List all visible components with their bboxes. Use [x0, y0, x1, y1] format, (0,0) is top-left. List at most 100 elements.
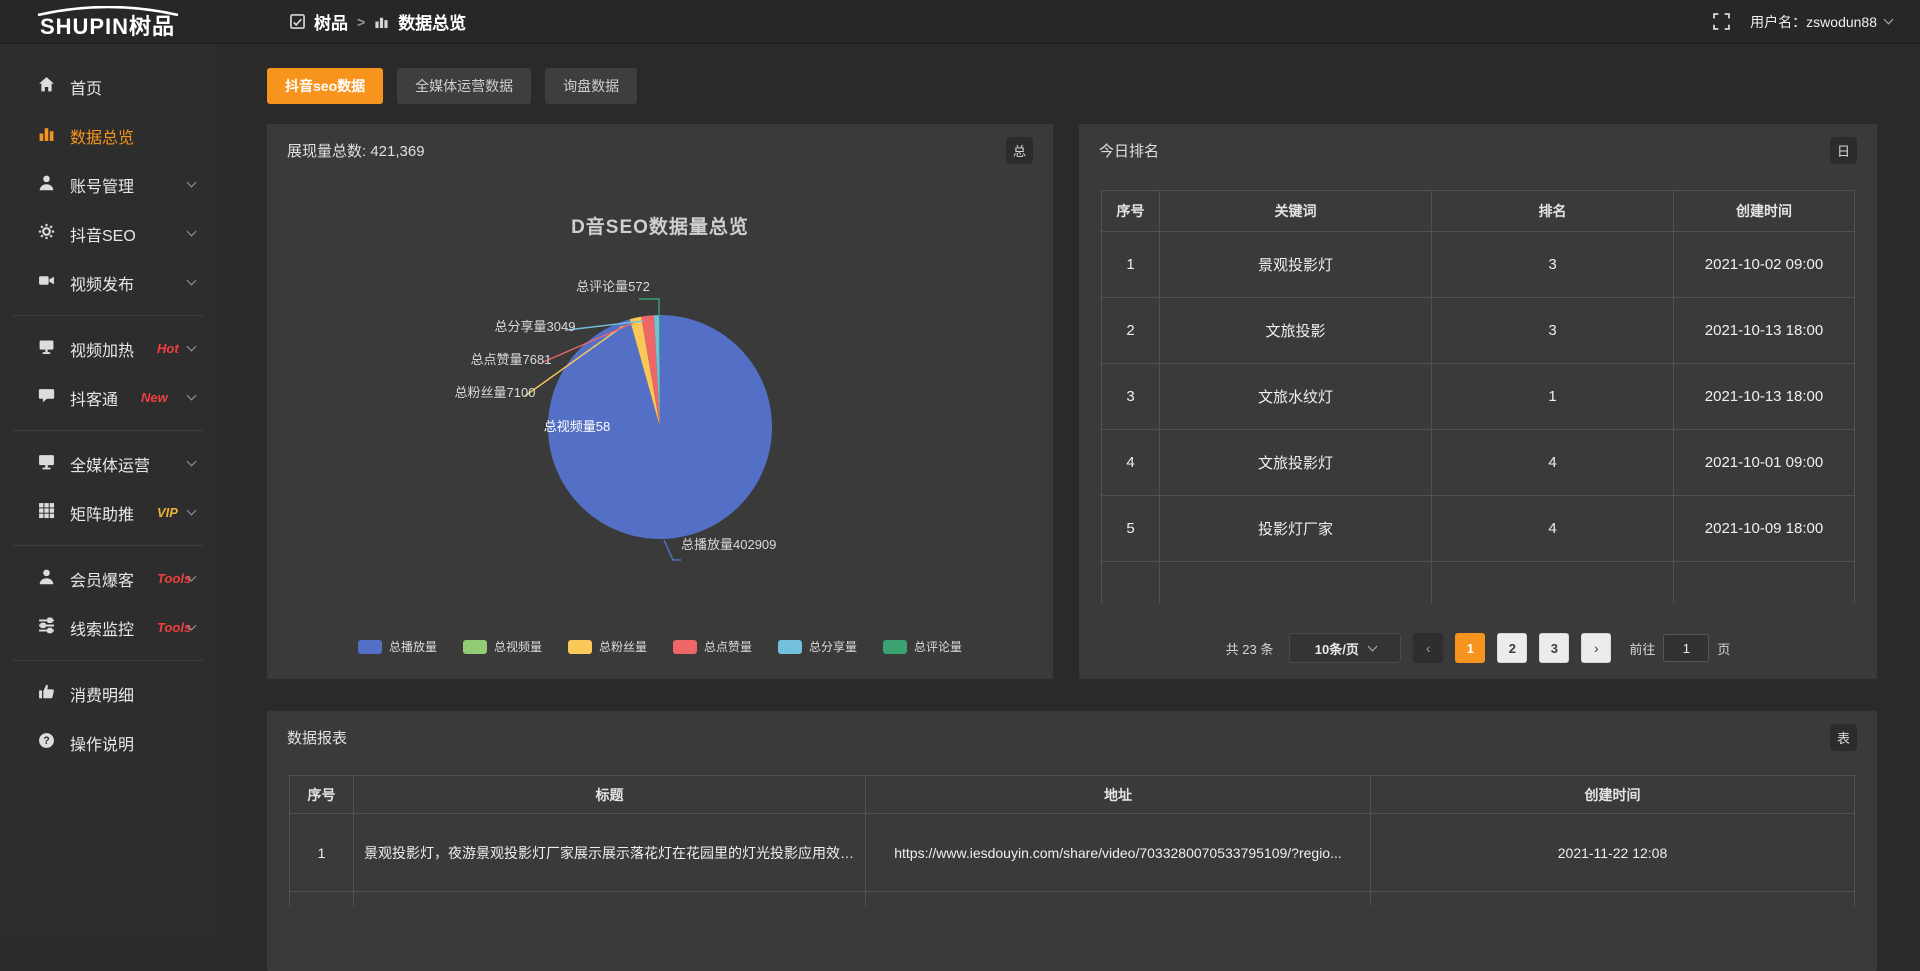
legend-item-总粉丝量[interactable]: 总粉丝量: [568, 638, 647, 655]
pie-label-总分享量: 总分享量3049: [489, 318, 581, 335]
prev-page-button[interactable]: ‹: [1413, 633, 1443, 663]
tab-3[interactable]: 询盘数据: [545, 68, 637, 104]
sidebar-item-member[interactable]: 会员爆客Tools: [0, 554, 215, 603]
help-icon: ?: [38, 732, 55, 754]
legend-item-总评论量[interactable]: 总评论量: [883, 638, 962, 655]
table-row: 5投影灯厂家42021-10-09 18:00: [1102, 496, 1855, 562]
username-label: 用户名：zswodun88: [1750, 12, 1877, 32]
table-row: 1景观投影灯，夜游景观投影灯厂家展示展示落花灯在花园里的灯光投影应用效果 #..…: [290, 814, 1855, 892]
column-header: 标题: [354, 776, 866, 814]
table-cell: 投影灯厂家: [1160, 496, 1432, 562]
sidebar-item-tag: Tools: [157, 571, 191, 586]
video-link[interactable]: https://www.iesdouyin.com/share/video/70…: [866, 814, 1371, 892]
legend-swatch: [778, 640, 802, 654]
next-page-button[interactable]: ›: [1581, 633, 1611, 663]
goto-label: 前往: [1629, 639, 1655, 658]
user-menu[interactable]: 用户名：zswodun88: [1750, 12, 1892, 32]
column-header: 地址: [866, 776, 1371, 814]
chevron-down-icon: [1884, 15, 1894, 25]
chevron-down-icon: [187, 342, 197, 352]
table-cell: 文旅投影: [1160, 298, 1432, 364]
table-cell: 4: [1102, 430, 1160, 496]
table-badge-button[interactable]: 表: [1830, 724, 1857, 751]
divider: [12, 315, 203, 316]
pie-label-line: [664, 540, 681, 560]
main-content: 抖音seo数据全媒体运营数据询盘数据 展现量总数: 421,369 总 D音SE…: [215, 44, 1920, 936]
table-cell: 文旅投影灯: [1160, 430, 1432, 496]
breadcrumb-separator: >: [357, 14, 365, 30]
table-cell: 1: [1102, 232, 1160, 298]
sidebar-item-tag: VIP: [157, 505, 178, 520]
chart-icon: [38, 125, 55, 147]
sidebar-item-user[interactable]: 账号管理: [0, 160, 215, 209]
sidebar-item-help[interactable]: ? 操作说明: [0, 718, 215, 767]
page-size-select[interactable]: 10条/页: [1289, 633, 1401, 663]
sidebar-item-monitor[interactable]: 全媒体运营: [0, 439, 215, 488]
table-cell: 文旅水纹灯: [1160, 364, 1432, 430]
tab-bar: 抖音seo数据全媒体运营数据询盘数据: [267, 68, 1877, 104]
sidebar-item-label: 账号管理: [70, 173, 134, 197]
column-header: 序号: [290, 776, 354, 814]
logo: SHUPIN树品: [0, 6, 215, 38]
pie-label-总视频量: 总视频量58: [529, 418, 625, 435]
pie-label-总粉丝量: 总粉丝量7100: [449, 384, 541, 401]
goto-page-input[interactable]: [1663, 634, 1709, 662]
ranking-panel: 今日排名 日 序号关键词排名创建时间1景观投影灯32021-10-02 09:0…: [1079, 124, 1877, 679]
sidebar-item-gear[interactable]: 抖音SEO: [0, 209, 215, 258]
table-cell: 1: [290, 814, 354, 892]
legend-item-总播放量[interactable]: 总播放量: [358, 638, 437, 655]
page-unit-label: 页: [1717, 639, 1730, 658]
sidebar-item-chart[interactable]: 数据总览: [0, 111, 215, 160]
legend-item-总分享量[interactable]: 总分享量: [778, 638, 857, 655]
legend-swatch: [358, 640, 382, 654]
fullscreen-icon[interactable]: [1713, 13, 1730, 30]
breadcrumb-current[interactable]: 数据总览: [398, 9, 466, 34]
table-cell: 2021-10-13 18:00: [1674, 298, 1855, 364]
table-cell: 2021-10-02 09:00: [1674, 232, 1855, 298]
logo-text: SHUPIN树品: [40, 16, 175, 38]
legend-item-总点赞量[interactable]: 总点赞量: [673, 638, 752, 655]
chevron-down-icon: [187, 227, 197, 237]
legend-item-总视频量[interactable]: 总视频量: [463, 638, 542, 655]
sidebar-item-label: 抖客通: [70, 386, 118, 410]
overview-panel: 展现量总数: 421,369 总 D音SEO数据量总览 总播放量总视频量总粉丝量…: [267, 124, 1053, 679]
tab-1[interactable]: 抖音seo数据: [267, 68, 383, 104]
table-cell: 5: [1102, 496, 1160, 562]
member-icon: [38, 568, 55, 590]
sidebar-item-chat[interactable]: 抖客通 New: [0, 373, 215, 422]
sidebar-item-home[interactable]: 首页: [0, 62, 215, 111]
table-cell: 2021-11-22 12:08: [1371, 814, 1855, 892]
pie-chart: D音SEO数据量总览 总播放量总视频量总粉丝量总点赞量总分享量总评论量 总播放量…: [267, 172, 1053, 679]
tab-2[interactable]: 全媒体运营数据: [397, 68, 531, 104]
table-cell: 3: [1432, 232, 1674, 298]
chevron-down-icon: [1367, 641, 1377, 651]
sidebar-item-thumb[interactable]: 消费明细: [0, 669, 215, 718]
sidebar-item-sliders[interactable]: 线索监控Tools: [0, 603, 215, 652]
sidebar-item-label: 操作说明: [70, 731, 134, 755]
table-cell: 4: [1432, 496, 1674, 562]
table-cell: 3: [1432, 298, 1674, 364]
chevron-down-icon: [187, 506, 197, 516]
sidebar-item-video[interactable]: 视频发布: [0, 258, 215, 307]
sidebar-menu: 首页数据总览账号管理抖音SEO视频发布视频加热Hot 抖客通 New 全媒体运营矩阵助…: [0, 44, 215, 936]
chat-icon: [38, 387, 55, 409]
sidebar-item-label: 数据总览: [70, 124, 134, 148]
page-button-1[interactable]: 1: [1455, 633, 1485, 663]
table-header-row: 序号标题地址创建时间: [290, 776, 1855, 814]
total-badge-button[interactable]: 总: [1006, 137, 1033, 164]
page-button-3[interactable]: 3: [1539, 633, 1569, 663]
sidebar-item-screen[interactable]: 视频加热Hot: [0, 324, 215, 373]
table-cell: 2021-10-01 09:00: [1674, 430, 1855, 496]
table-cell: 2021-10-09 18:00: [1674, 496, 1855, 562]
page-button-2[interactable]: 2: [1497, 633, 1527, 663]
grid-icon: [38, 502, 55, 524]
table-row: 2文旅投影32021-10-13 18:00: [1102, 298, 1855, 364]
sidebar-item-tag: New: [141, 390, 168, 405]
breadcrumb-root[interactable]: 树品: [314, 9, 348, 34]
report-panel-title: 数据报表: [287, 727, 347, 748]
video-icon: [38, 272, 55, 294]
sidebar-item-grid[interactable]: 矩阵助推VIP: [0, 488, 215, 537]
pie-label-总点赞量: 总点赞量7681: [465, 351, 557, 368]
day-badge-button[interactable]: 日: [1830, 137, 1857, 164]
table-cell: 景观投影灯，夜游景观投影灯厂家展示展示落花灯在花园里的灯光投影应用效果 #...: [354, 814, 866, 892]
